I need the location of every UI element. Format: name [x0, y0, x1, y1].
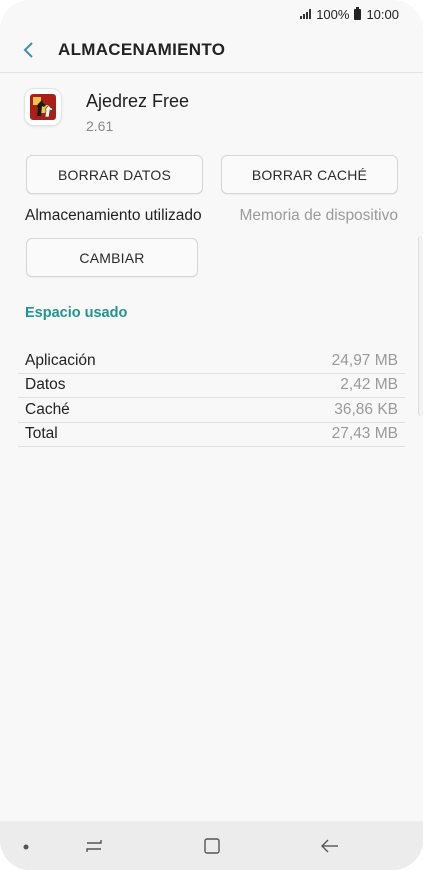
battery-percent: 100% [316, 6, 350, 22]
storage-used-label: Almacenamiento utilizado [25, 207, 202, 224]
dot-icon[interactable] [20, 841, 32, 853]
app-text: Ajedrez Free 2.61 [86, 88, 189, 134]
battery-icon [354, 6, 362, 20]
usage-row-cache: Caché 36,86 KB [18, 398, 405, 423]
back-arrow-icon[interactable] [14, 35, 44, 65]
navigation-bar [0, 821, 423, 870]
usage-row-application: Aplicación 24,97 MB [18, 349, 405, 374]
app-name: Ajedrez Free [86, 91, 190, 111]
page-title: ALMACENAMIENTO [58, 40, 226, 59]
recents-icon[interactable] [80, 833, 108, 859]
usage-table: Aplicación 24,97 MB Datos 2,42 MB Caché … [18, 349, 405, 447]
change-storage-button[interactable]: CAMBIAR [26, 238, 198, 277]
app-info: Ajedrez Free 2.61 [24, 88, 189, 134]
clear-data-button[interactable]: BORRAR DATOS [26, 155, 203, 194]
space-used-title: Espacio usado [25, 305, 128, 321]
scroll-indicator[interactable] [418, 236, 423, 416]
usage-value: 27,43 MB [331, 425, 398, 443]
usage-label: Total [25, 425, 58, 443]
usage-value: 36,86 KB [334, 400, 398, 418]
status-bar: 100% 10:00 [0, 0, 423, 28]
clear-cache-button[interactable]: BORRAR CACHÉ [221, 155, 398, 194]
usage-value: 24,97 MB [331, 351, 398, 369]
app-header: ALMACENAMIENTO [0, 28, 423, 73]
usage-label: Caché [25, 400, 70, 418]
storage-used-value: Memoria de dispositivo [239, 207, 398, 224]
usage-row-data: Datos 2,42 MB [18, 374, 405, 398]
storage-used-row: Almacenamiento utilizado Memoria de disp… [25, 207, 398, 225]
screen: 100% 10:00 ALMACENAMIENTO Ajedrez Free 2… [0, 0, 423, 870]
signal-icon [300, 9, 312, 19]
app-version: 2.61 [86, 118, 114, 134]
clock: 10:00 [366, 6, 399, 22]
chess-app-icon [24, 88, 62, 126]
home-icon[interactable] [198, 833, 226, 859]
usage-label: Datos [25, 376, 66, 394]
usage-value: 2,42 MB [340, 376, 398, 394]
usage-row-total: Total 27,43 MB [18, 423, 405, 447]
back-icon[interactable] [316, 833, 344, 859]
usage-label: Aplicación [25, 351, 96, 369]
